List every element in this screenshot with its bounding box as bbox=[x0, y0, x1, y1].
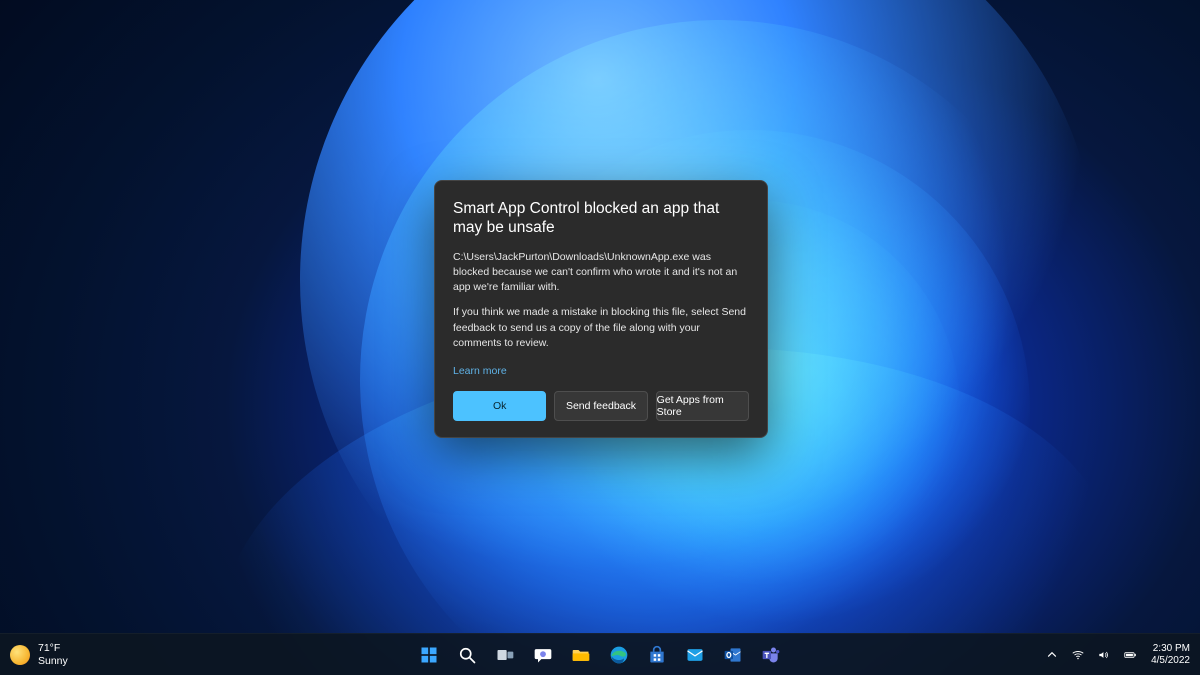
dialog-title: Smart App Control blocked an app that ma… bbox=[453, 199, 749, 238]
file-explorer-icon bbox=[571, 645, 591, 665]
task-view-icon bbox=[495, 645, 515, 665]
get-apps-from-store-button[interactable]: Get Apps from Store bbox=[656, 391, 749, 421]
chat-icon bbox=[533, 645, 553, 665]
taskbar-clock[interactable]: 2:30 PM 4/5/2022 bbox=[1151, 643, 1190, 667]
mail-icon bbox=[685, 645, 705, 665]
taskbar-center bbox=[200, 638, 1000, 672]
dialog-button-row: Ok Send feedback Get Apps from Store bbox=[453, 391, 749, 421]
wifi-icon bbox=[1071, 648, 1085, 662]
smart-app-control-dialog: Smart App Control blocked an app that ma… bbox=[434, 180, 768, 438]
start-button[interactable] bbox=[412, 638, 446, 672]
store-button[interactable] bbox=[640, 638, 674, 672]
learn-more-link[interactable]: Learn more bbox=[453, 365, 507, 377]
taskbar-weather-widget[interactable]: 71°F Sunny bbox=[0, 642, 200, 666]
file-explorer-button[interactable] bbox=[564, 638, 598, 672]
teams-icon bbox=[761, 645, 781, 665]
task-view-button[interactable] bbox=[488, 638, 522, 672]
dialog-body-2: If you think we made a mistake in blocki… bbox=[453, 305, 749, 351]
volume-icon bbox=[1097, 648, 1111, 662]
tray-overflow-button[interactable] bbox=[1041, 641, 1063, 669]
start-icon bbox=[419, 645, 439, 665]
search-button[interactable] bbox=[450, 638, 484, 672]
ok-button[interactable]: Ok bbox=[453, 391, 546, 421]
outlook-icon bbox=[723, 645, 743, 665]
send-feedback-button[interactable]: Send feedback bbox=[554, 391, 647, 421]
clock-date: 4/5/2022 bbox=[1151, 655, 1190, 667]
chevron-up-icon bbox=[1045, 648, 1059, 662]
outlook-button[interactable] bbox=[716, 638, 750, 672]
dialog-body-1: C:\Users\JackPurton\Downloads\UnknownApp… bbox=[453, 250, 749, 296]
clock-time: 2:30 PM bbox=[1151, 643, 1190, 655]
weather-text: 71°F Sunny bbox=[38, 642, 68, 666]
store-icon bbox=[647, 645, 667, 665]
taskbar: 71°F Sunny bbox=[0, 633, 1200, 675]
volume-button[interactable] bbox=[1093, 641, 1115, 669]
mail-button[interactable] bbox=[678, 638, 712, 672]
edge-button[interactable] bbox=[602, 638, 636, 672]
taskbar-right: 2:30 PM 4/5/2022 bbox=[1000, 641, 1200, 669]
weather-temp: 71°F bbox=[38, 642, 68, 654]
weather-sun-icon bbox=[10, 645, 30, 665]
battery-icon bbox=[1123, 648, 1137, 662]
teams-button[interactable] bbox=[754, 638, 788, 672]
wifi-button[interactable] bbox=[1067, 641, 1089, 669]
battery-button[interactable] bbox=[1119, 641, 1141, 669]
edge-icon bbox=[609, 645, 629, 665]
search-icon bbox=[457, 645, 477, 665]
chat-button[interactable] bbox=[526, 638, 560, 672]
weather-condition: Sunny bbox=[38, 655, 68, 667]
